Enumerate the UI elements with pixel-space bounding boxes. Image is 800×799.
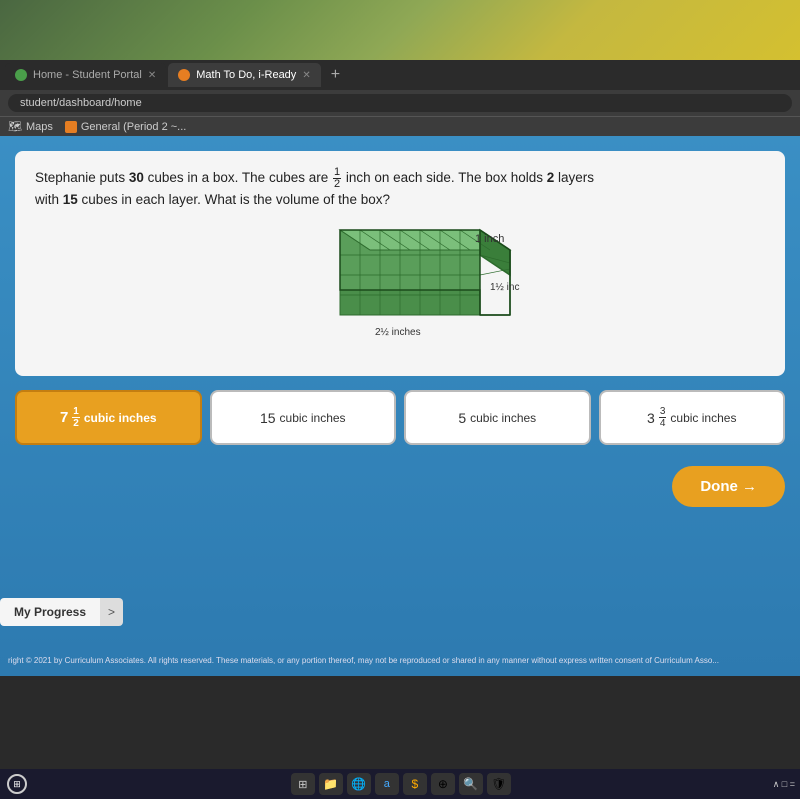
diagram-area: 1 inch 1½ inches 2½ inches	[35, 220, 765, 360]
answer-btn-2[interactable]: 15 cubic inches	[210, 390, 397, 445]
answer-4-unit: cubic inches	[670, 411, 736, 425]
taskbar-app6[interactable]: ⊕	[431, 773, 455, 795]
taskbar-explorer[interactable]: 📁	[319, 773, 343, 795]
tab-icon-iready	[178, 69, 190, 81]
bookmark-maps[interactable]: 🗺 Maps	[8, 120, 53, 133]
progress-chevron[interactable]: >	[100, 598, 123, 626]
footer-copyright: right © 2021 by Curriculum Associates. A…	[0, 650, 800, 668]
tab-student-portal[interactable]: Home - Student Portal ✕	[5, 63, 166, 87]
taskbar-right: ∧ □ =	[773, 779, 795, 790]
address-bar[interactable]: student/dashboard/home	[8, 94, 792, 112]
taskbar-store[interactable]: a	[375, 773, 399, 795]
bookmarks-bar: 🗺 Maps General (Period 2 ~...	[0, 116, 800, 136]
answer-btn-1[interactable]: 7 1 2 cubic inches	[15, 390, 202, 445]
address-text: student/dashboard/home	[20, 97, 142, 109]
taskbar-edge[interactable]: 🌐	[347, 773, 371, 795]
taskbar-search[interactable]: ⊞	[291, 773, 315, 795]
new-tab-button[interactable]: +	[323, 66, 348, 84]
copyright-text: right © 2021 by Curriculum Associates. A…	[8, 656, 719, 665]
done-button[interactable]: Done →	[672, 466, 785, 507]
answer-4-whole: 3	[647, 410, 655, 426]
taskbar-app7[interactable]: 🔍	[459, 773, 483, 795]
tab-label-1: Home - Student Portal	[33, 69, 142, 81]
answer-1-frac: 1 2	[72, 406, 80, 429]
taskbar: ⊞ ⊞ 📁 🌐 a $ ⊕ 🔍 🛡 ∧ □ =	[0, 769, 800, 799]
q-mid4: cubes in each layer. What is the volume …	[78, 192, 390, 207]
bookmark-general[interactable]: General (Period 2 ~...	[65, 121, 186, 133]
general-icon	[65, 121, 77, 133]
svg-text:1½ inches: 1½ inches	[490, 282, 520, 293]
tab-close-2[interactable]: ✕	[302, 70, 310, 81]
svg-text:1 inch: 1 inch	[475, 233, 504, 245]
answer-choices: 7 1 2 cubic inches 15 cubic inches 5 cub…	[15, 390, 785, 445]
q-mid1: cubes in a box. The cubes are	[144, 170, 332, 185]
q-before: Stephanie puts	[35, 170, 129, 185]
my-progress-bar: My Progress >	[0, 598, 123, 626]
tab-iready[interactable]: Math To Do, i-Ready ✕	[168, 63, 320, 87]
answer-2-whole: 15	[260, 410, 276, 426]
taskbar-app5[interactable]: $	[403, 773, 427, 795]
maps-icon: 🗺	[8, 120, 22, 133]
tab-icon-green	[15, 69, 27, 81]
q-line2: with	[35, 192, 63, 207]
tab-bar: Home - Student Portal ✕ Math To Do, i-Re…	[0, 60, 800, 90]
windows-start[interactable]: ⊞	[5, 774, 29, 794]
answer-3-whole: 5	[458, 410, 466, 426]
top-decoration	[0, 0, 800, 60]
answer-3-unit: cubic inches	[470, 411, 536, 425]
my-progress-button[interactable]: My Progress	[0, 598, 100, 626]
question-text: Stephanie puts 30 cubes in a box. The cu…	[35, 167, 765, 210]
answer-1-whole: 7	[60, 409, 68, 426]
taskbar-apps: ⊞ 📁 🌐 a $ ⊕ 🔍 🛡	[34, 773, 768, 795]
answer-1-unit: cubic inches	[84, 411, 157, 425]
question-card: Stephanie puts 30 cubes in a box. The cu…	[15, 151, 785, 376]
taskbar-app8[interactable]: 🛡	[487, 773, 511, 795]
q-mid3: layers	[554, 170, 594, 185]
browser-chrome: Home - Student Portal ✕ Math To Do, i-Re…	[0, 60, 800, 136]
answer-2-unit: cubic inches	[280, 411, 346, 425]
tab-close-1[interactable]: ✕	[148, 70, 156, 81]
bottom-row: Done →	[15, 461, 785, 512]
bookmark-maps-label: Maps	[26, 121, 53, 133]
q-num1: 30	[129, 170, 144, 185]
bookmark-general-label: General (Period 2 ~...	[81, 121, 186, 133]
q-num3: 15	[63, 192, 78, 207]
answer-4-frac: 3 4	[659, 406, 667, 429]
inline-fraction: 12	[333, 167, 341, 190]
main-content: Stephanie puts 30 cubes in a box. The cu…	[0, 136, 800, 676]
address-bar-row: student/dashboard/home	[0, 90, 800, 116]
windows-icon: ⊞	[7, 774, 27, 794]
svg-text:2½ inches: 2½ inches	[375, 327, 421, 338]
taskbar-time: ∧ □ =	[773, 779, 795, 790]
q-mid2: inch on each side. The box holds	[342, 170, 547, 185]
box-diagram: 1 inch 1½ inches 2½ inches	[280, 220, 520, 350]
tab-label-2: Math To Do, i-Ready	[196, 69, 296, 81]
answer-btn-3[interactable]: 5 cubic inches	[404, 390, 591, 445]
answer-btn-4[interactable]: 3 3 4 cubic inches	[599, 390, 786, 445]
